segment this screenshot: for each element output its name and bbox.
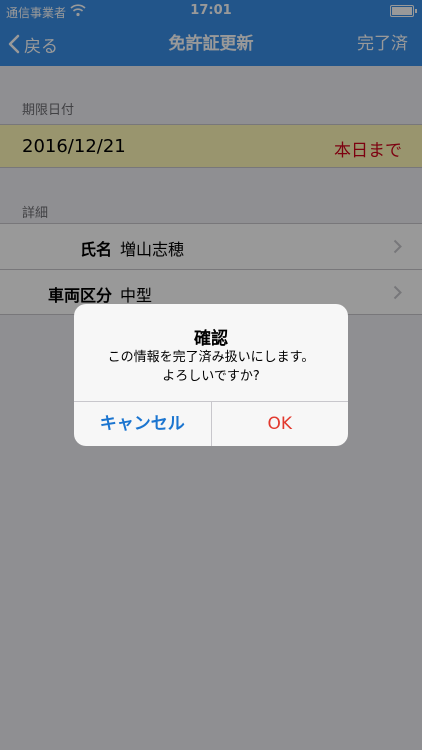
confirm-dialog: 確認 この情報を完了済み扱いにします。 よろしいですか? キャンセル OK bbox=[74, 304, 348, 446]
dialog-message-line-1: この情報を完了済み扱いにします。 bbox=[107, 350, 315, 365]
ok-button[interactable]: OK bbox=[212, 402, 349, 446]
dialog-message: この情報を完了済み扱いにします。 よろしいですか? bbox=[84, 348, 338, 386]
dialog-message-line-2: よろしいですか? bbox=[162, 369, 260, 384]
dialog-title: 確認 bbox=[194, 329, 228, 349]
dialog-buttons: キャンセル OK bbox=[74, 401, 348, 446]
cancel-button[interactable]: キャンセル bbox=[74, 402, 212, 446]
